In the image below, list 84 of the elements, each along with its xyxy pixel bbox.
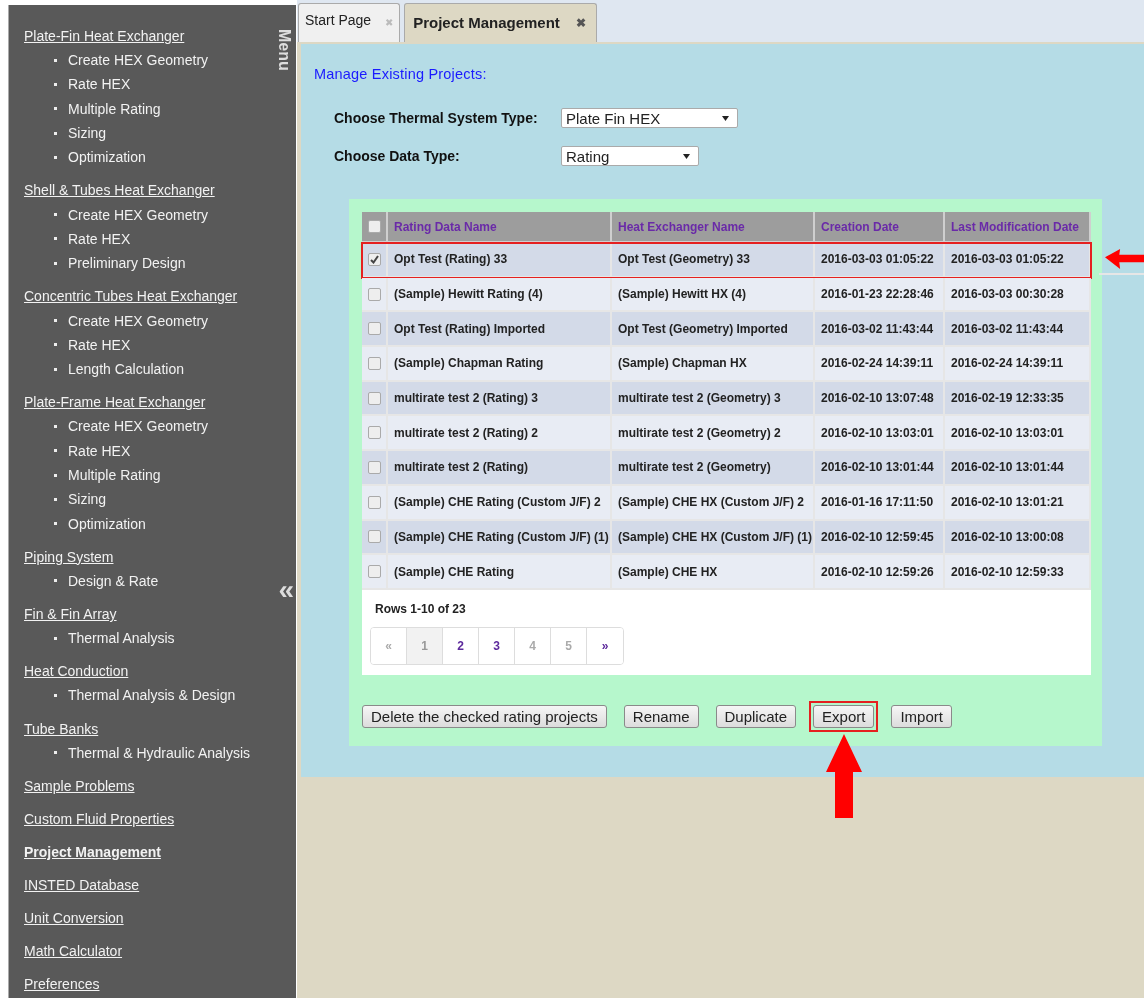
sidebar-item[interactable]: Thermal Analysis xyxy=(68,630,175,647)
bullet-icon xyxy=(54,522,57,526)
checkbox[interactable] xyxy=(368,565,381,579)
sidebar-item[interactable]: Sizing xyxy=(68,125,107,142)
action-button[interactable]: Rename xyxy=(623,704,699,728)
caret-icon xyxy=(722,115,729,121)
bullet-icon xyxy=(54,343,57,347)
field-label: Choose Data Type: xyxy=(334,148,461,164)
sidebar-link[interactable]: Preferences xyxy=(24,971,100,996)
sidebar-item[interactable]: Design & Rate xyxy=(68,572,159,589)
bullet-icon xyxy=(54,155,57,159)
bullet-icon xyxy=(54,473,57,477)
bullet-icon xyxy=(54,82,57,86)
dropdown[interactable]: Rating xyxy=(561,146,699,166)
bullet-icon xyxy=(54,319,57,322)
close-button[interactable]: ✖ xyxy=(575,16,586,30)
sidebar-link[interactable]: Unit Conversion xyxy=(24,905,124,930)
field-label: Choose Thermal System Type: xyxy=(334,110,539,126)
sidebar-item[interactable]: Rate HEX xyxy=(68,336,131,353)
sidebar-link[interactable]: Shell & Tubes Heat Exchanger xyxy=(24,178,215,203)
caret-icon xyxy=(683,153,690,159)
checkbox[interactable] xyxy=(368,356,381,370)
bullet-icon xyxy=(54,131,57,135)
sidebar-item[interactable]: Create HEX Geometry xyxy=(68,312,209,329)
bullet-icon xyxy=(54,107,57,111)
sidebar-link[interactable]: Project Management xyxy=(24,839,161,864)
sidebar-link[interactable]: Plate-Fin Heat Exchanger xyxy=(24,24,185,48)
sidebar-item[interactable]: Rate HEX xyxy=(68,76,131,93)
checkbox[interactable] xyxy=(368,322,381,336)
dropdown[interactable]: Plate Fin HEX xyxy=(561,108,738,128)
sidebar-item[interactable]: Preliminary Design xyxy=(68,255,186,272)
checkbox[interactable] xyxy=(368,460,381,474)
menu-toggle[interactable]: Menu xyxy=(275,29,293,71)
sidebar-item[interactable]: Thermal Analysis & Design xyxy=(68,687,236,704)
sidebar-item[interactable]: Optimization xyxy=(68,515,146,532)
checkbox[interactable] xyxy=(368,252,381,266)
sidebar-link[interactable]: Fin & Fin Array xyxy=(24,602,117,627)
checkbox[interactable] xyxy=(368,220,381,233)
sidebar-item[interactable]: Create HEX Geometry xyxy=(68,418,209,435)
checkbox[interactable] xyxy=(368,287,381,301)
section-title: Manage Existing Projects: xyxy=(314,66,488,82)
sidebar-link[interactable]: Concentric Tubes Heat Exchanger xyxy=(24,284,238,309)
action-button[interactable]: Import xyxy=(891,704,952,728)
sidebar-item[interactable]: Sizing xyxy=(68,491,107,508)
sidebar-item[interactable]: Thermal & Hydraulic Analysis xyxy=(68,744,251,761)
bullet-icon xyxy=(54,694,57,697)
sidebar-link[interactable]: Piping System xyxy=(24,544,114,569)
sidebar-link[interactable]: INSTED Database xyxy=(24,872,140,897)
bullet-icon xyxy=(54,213,57,217)
collapse-button[interactable]: « xyxy=(278,575,294,605)
action-button[interactable]: Duplicate xyxy=(715,704,797,728)
sidebar-link[interactable]: Math Calculator xyxy=(24,938,123,963)
bullet-icon xyxy=(54,636,57,640)
bullet-icon xyxy=(54,449,57,453)
checkbox[interactable] xyxy=(368,426,381,440)
sidebar-link[interactable]: Custom Fluid Properties xyxy=(24,806,175,831)
sidebar-link[interactable]: Heat Conduction xyxy=(24,659,129,684)
sidebar-link[interactable]: Plate-Frame Heat Exchanger xyxy=(24,390,206,415)
bullet-icon xyxy=(54,579,57,583)
bullet-icon xyxy=(54,58,57,62)
tab[interactable]: Project Management ✖ xyxy=(404,3,597,42)
sidebar-link[interactable]: Tube Banks xyxy=(24,716,99,741)
checkbox[interactable] xyxy=(368,530,381,544)
sidebar-link[interactable]: Sample Problems xyxy=(24,773,135,798)
bullet-icon xyxy=(54,261,57,265)
row-count: Rows 1-10 of 23 xyxy=(375,601,467,616)
bullet-icon xyxy=(54,751,57,755)
action-button[interactable]: Delete the checked rating projects xyxy=(362,704,607,728)
checkbox[interactable] xyxy=(368,495,381,509)
sidebar-item[interactable]: Optimization xyxy=(68,149,146,166)
sidebar-item[interactable]: Multiple Rating xyxy=(68,467,161,483)
tab[interactable]: Start Page ✖ xyxy=(298,3,401,42)
sidebar-item[interactable]: Rate HEX xyxy=(68,230,131,247)
bullet-icon xyxy=(54,237,57,241)
bullet-icon xyxy=(54,424,57,428)
sidebar-item[interactable]: Multiple Rating xyxy=(68,100,161,117)
action-button[interactable]: Export xyxy=(813,704,875,728)
sidebar-item[interactable]: Create HEX Geometry xyxy=(68,206,209,223)
bullet-icon xyxy=(54,367,57,371)
sidebar-item[interactable]: Create HEX Geometry xyxy=(68,52,209,69)
bullet-icon xyxy=(54,497,57,501)
sidebar-item[interactable]: Rate HEX xyxy=(68,442,131,459)
sidebar-item[interactable]: Length Calculation xyxy=(68,361,184,378)
checkbox[interactable] xyxy=(368,391,381,405)
